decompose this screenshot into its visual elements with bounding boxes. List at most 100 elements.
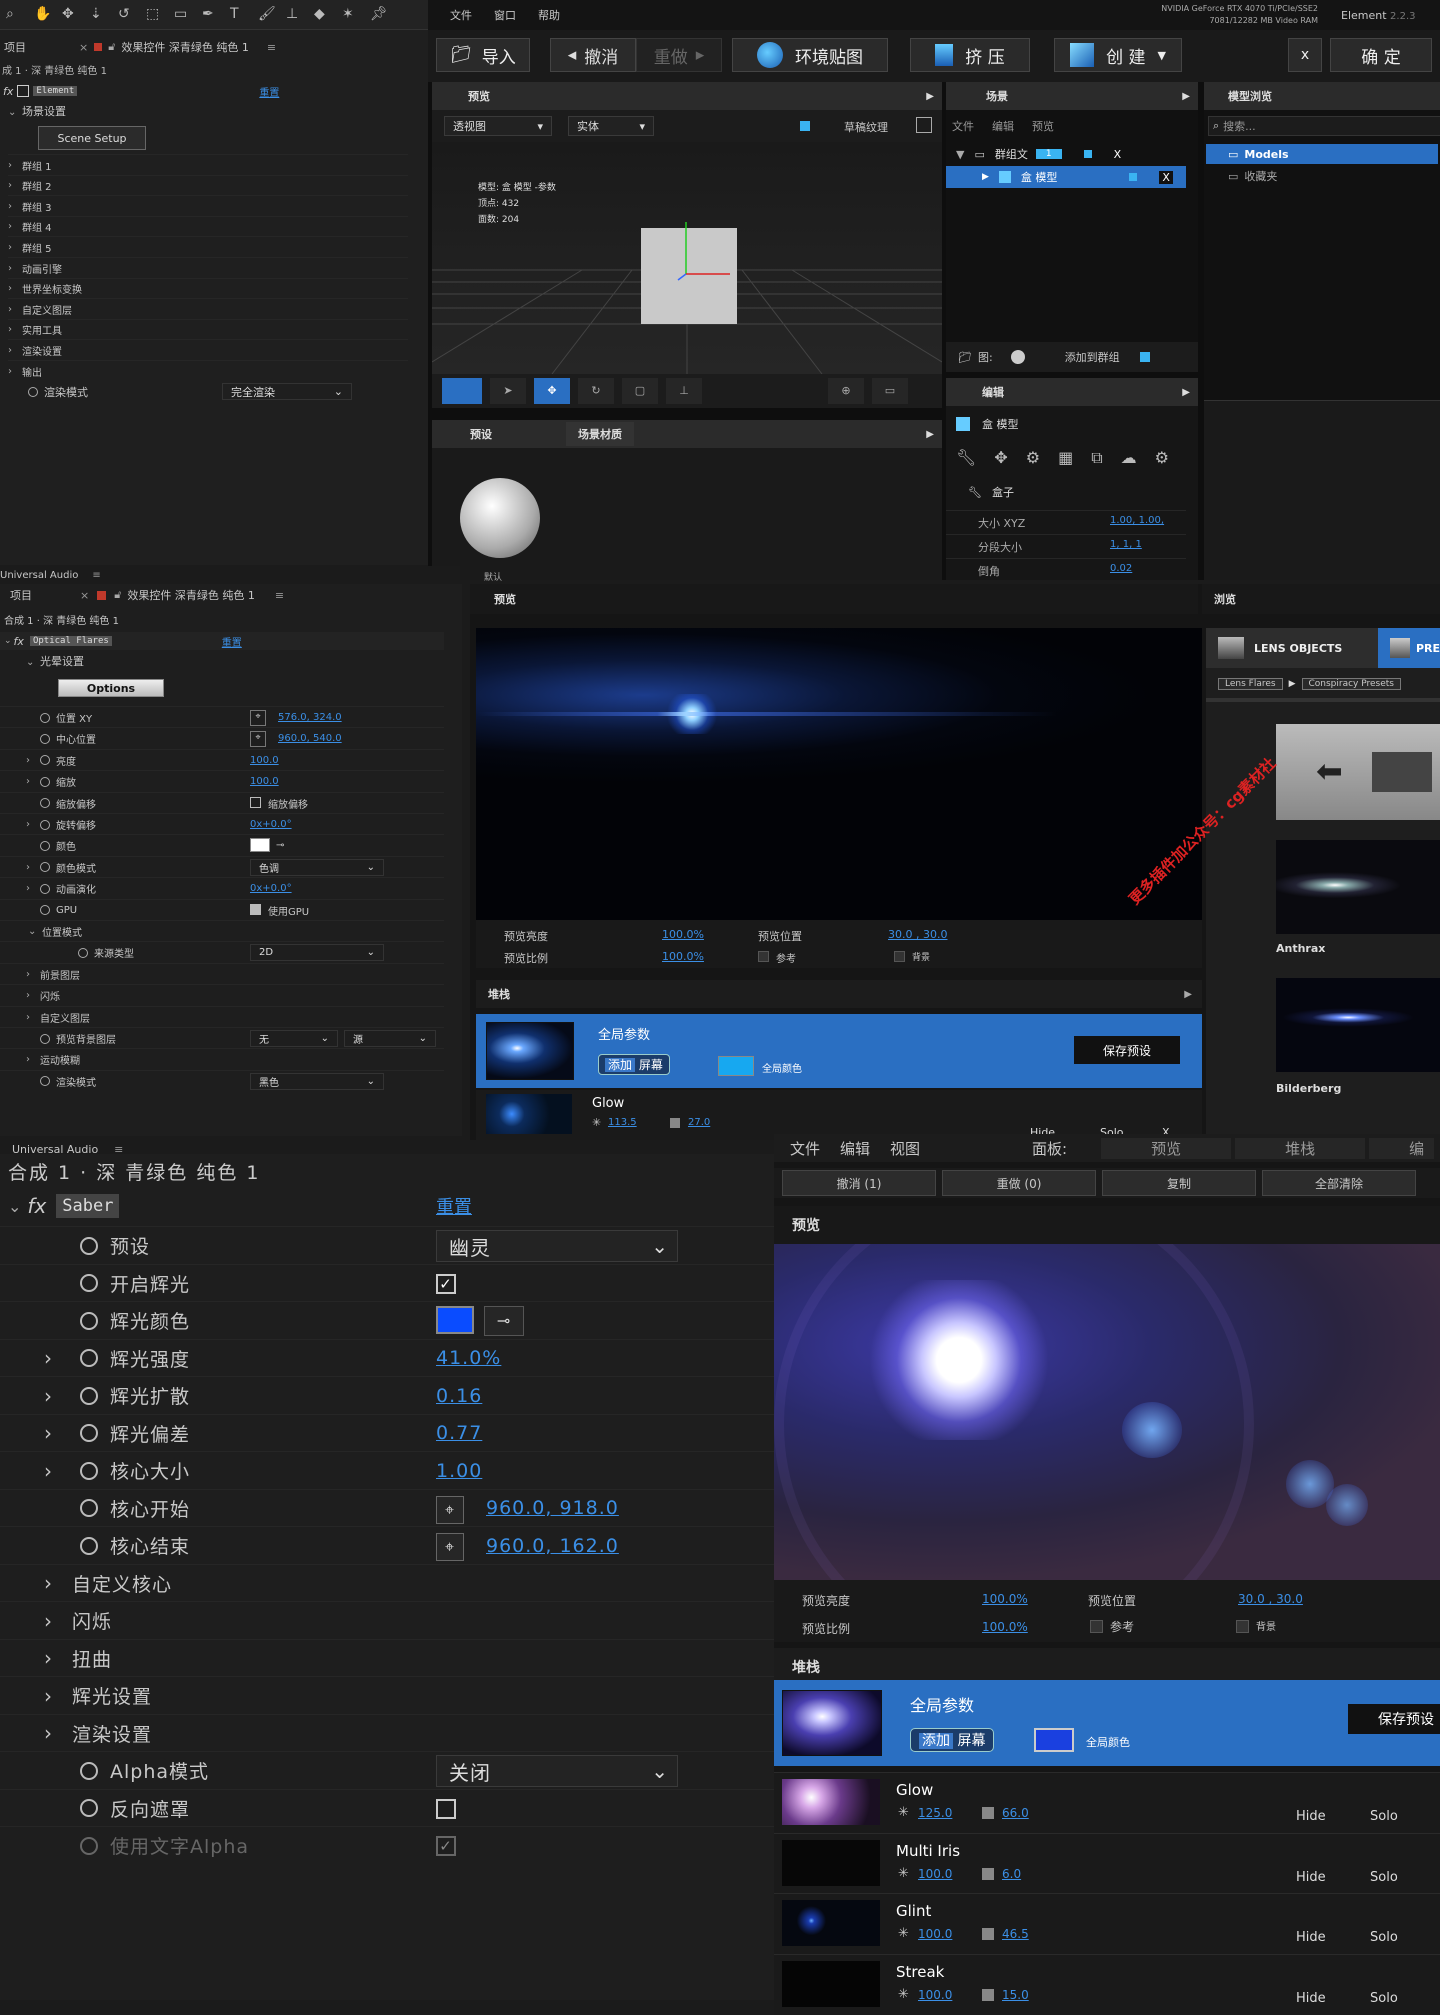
create-button[interactable]: 创 建 ▼ — [1054, 38, 1182, 72]
axis-tool-icon[interactable]: ⊥ — [666, 378, 702, 404]
property-value[interactable]: 0x+0.0° — [250, 819, 292, 830]
redo-button[interactable]: 重做 (0) — [942, 1170, 1096, 1196]
wrench-icon[interactable]: 🔧︎ — [956, 448, 976, 468]
shading-select[interactable]: 实体 ▾ — [568, 116, 654, 136]
chevron-right-icon[interactable]: › — [26, 776, 40, 787]
add-toggle[interactable] — [1139, 352, 1150, 362]
box-model[interactable] — [641, 228, 737, 324]
property-select[interactable]: 黑色 ⌄ — [250, 1072, 384, 1090]
model-search[interactable]: ⌕ 搜索... — [1208, 116, 1440, 136]
effect-name[interactable]: Element — [33, 86, 78, 96]
color-swatch[interactable] — [250, 838, 270, 853]
hand-icon[interactable]: ✋ — [34, 6, 51, 22]
maximize-icon[interactable] — [916, 117, 932, 133]
chevron-right-icon[interactable]: › — [44, 1721, 72, 1745]
move-icon[interactable]: ✥ — [62, 6, 74, 22]
effect-name[interactable]: Saber — [56, 1194, 120, 1218]
property-value[interactable]: 41.0% — [436, 1347, 501, 1369]
effect-name[interactable]: Optical Flares — [29, 636, 112, 646]
menu-icon[interactable]: ≡ — [267, 41, 276, 54]
global-params-row[interactable]: 全局参数 添加 屏幕 全局颜色 保存预设 — [774, 1680, 1440, 1766]
effect-group-row[interactable]: › 群组 5 — [8, 236, 408, 257]
tab-scene-materials[interactable]: 场景材质 — [566, 422, 634, 446]
chevron-right-icon[interactable]: › — [8, 304, 22, 315]
move-tool-icon[interactable]: ✥ — [534, 378, 570, 404]
tab-effect-controls[interactable]: 效果控件 深青绿色 纯色 1 — [121, 39, 249, 55]
clear-all-button[interactable]: 全部清除 — [1262, 1170, 1416, 1196]
property-checkbox[interactable]: ✓ — [436, 1273, 456, 1294]
stopwatch-icon[interactable] — [40, 840, 50, 851]
crumb-lens-flares[interactable]: Lens Flares — [1218, 678, 1283, 690]
gears-icon[interactable]: ⚙ — [1026, 448, 1040, 468]
stopwatch-icon[interactable] — [80, 1274, 98, 1292]
select-icon[interactable]: ⬚ — [146, 6, 159, 22]
preview-brightness-value[interactable]: 100.0% — [982, 1592, 1028, 1606]
rect-icon[interactable]: ▭ — [174, 6, 187, 22]
scene-setup-button[interactable]: Scene Setup — [38, 126, 146, 150]
layer-scale[interactable]: 15.0 — [1002, 1988, 1029, 2002]
effect-group-row[interactable]: › 实用工具 — [8, 318, 408, 340]
draft-texture-checkbox[interactable] — [800, 121, 810, 131]
rotate-icon[interactable]: ↺ — [118, 6, 130, 22]
stopwatch-icon[interactable] — [28, 387, 38, 397]
stack-layer-row[interactable]: Multi Iris ✳ 100.0 6.0 Hide Solo — [774, 1832, 1440, 1894]
hide-button[interactable]: Hide — [1296, 1809, 1326, 1824]
stopwatch-icon[interactable] — [40, 712, 50, 723]
layer-scale[interactable]: 46.5 — [1002, 1927, 1029, 1941]
property-value[interactable]: 100.0 — [250, 776, 279, 787]
property-value[interactable]: 1.00, 1.00, — [1110, 515, 1164, 526]
scene-group-row[interactable]: ⌄ 场景设置 — [8, 103, 66, 119]
layer-brightness[interactable]: 125.0 — [918, 1806, 952, 1820]
stopwatch-icon[interactable] — [80, 1499, 98, 1517]
fx-icon[interactable]: fx — [3, 85, 13, 98]
chevron-right-icon[interactable]: › — [26, 755, 40, 766]
model-folder-models[interactable]: ▭ Models — [1206, 144, 1438, 164]
preview-position-value[interactable]: 30.0 , 30.0 — [1238, 1592, 1303, 1606]
extrude-button[interactable]: 挤 压 — [910, 38, 1030, 72]
stopwatch-icon[interactable] — [80, 1311, 98, 1330]
visible-toggle[interactable] — [1129, 173, 1138, 181]
chevron-right-icon[interactable]: › — [8, 263, 22, 274]
chevron-right-icon[interactable]: › — [44, 1609, 72, 1633]
tab-project[interactable]: 项目 — [4, 39, 79, 55]
visible-toggle[interactable] — [1083, 150, 1092, 158]
chevron-right-icon[interactable]: › — [44, 1571, 72, 1595]
chevron-right-icon[interactable]: › — [44, 1346, 80, 1370]
property-checkbox[interactable] — [250, 796, 261, 808]
layer-brightness[interactable]: 100.0 — [918, 1988, 952, 2002]
layers-icon[interactable]: ⧉ — [1091, 448, 1102, 468]
chevron-right-icon[interactable]: › — [44, 1646, 72, 1670]
chevron-right-icon[interactable]: › — [8, 221, 22, 232]
copy-button[interactable]: 复制 — [1102, 1170, 1256, 1196]
menu-window[interactable]: 窗口 — [494, 7, 516, 23]
brush-icon[interactable]: 🖌︎ — [258, 6, 276, 22]
reference-checkbox[interactable] — [1090, 1620, 1103, 1633]
redo-button[interactable]: 重做 ▸ — [636, 38, 722, 72]
menu-icon[interactable]: ≡ — [275, 589, 284, 602]
chevron-right-icon[interactable]: › — [26, 1012, 40, 1023]
eraser-icon[interactable]: ◆ — [314, 6, 325, 22]
undo-button[interactable]: 撤消 (1) — [782, 1170, 936, 1196]
options-group-row[interactable]: ⌄ 光晕设置 — [26, 653, 84, 669]
solo-button[interactable]: Solo — [1370, 1870, 1398, 1885]
solo-button[interactable]: Solo — [1370, 1930, 1398, 1945]
close-icon[interactable]: × — [79, 41, 88, 54]
scene-menu-file[interactable]: 文件 — [952, 118, 974, 134]
property-value[interactable]: 960.0, 162.0 — [486, 1535, 619, 1557]
stopwatch-icon[interactable] — [40, 905, 50, 916]
stopwatch-icon[interactable] — [40, 1076, 50, 1087]
stopwatch-icon[interactable] — [80, 1424, 98, 1442]
close-icon[interactable]: × — [80, 589, 89, 602]
stopwatch-icon[interactable] — [78, 947, 88, 958]
sphere-icon[interactable] — [1010, 350, 1025, 364]
reset-link[interactable]: 重置 — [222, 634, 242, 649]
stopwatch-icon[interactable] — [80, 1461, 98, 1480]
scene-menu-preview[interactable]: 预览 — [1032, 118, 1054, 134]
effect-group-row[interactable]: › 自定义图层 — [8, 298, 408, 319]
stopwatch-icon[interactable] — [80, 1386, 98, 1405]
color-swatch[interactable] — [436, 1306, 474, 1334]
model-folder-favorites[interactable]: ▭ 收藏夹 — [1206, 166, 1438, 186]
solo-button[interactable]: Solo — [1370, 1991, 1398, 2006]
hide-button[interactable]: Hide — [1296, 1870, 1326, 1885]
global-color-swatch[interactable] — [1034, 1728, 1074, 1752]
